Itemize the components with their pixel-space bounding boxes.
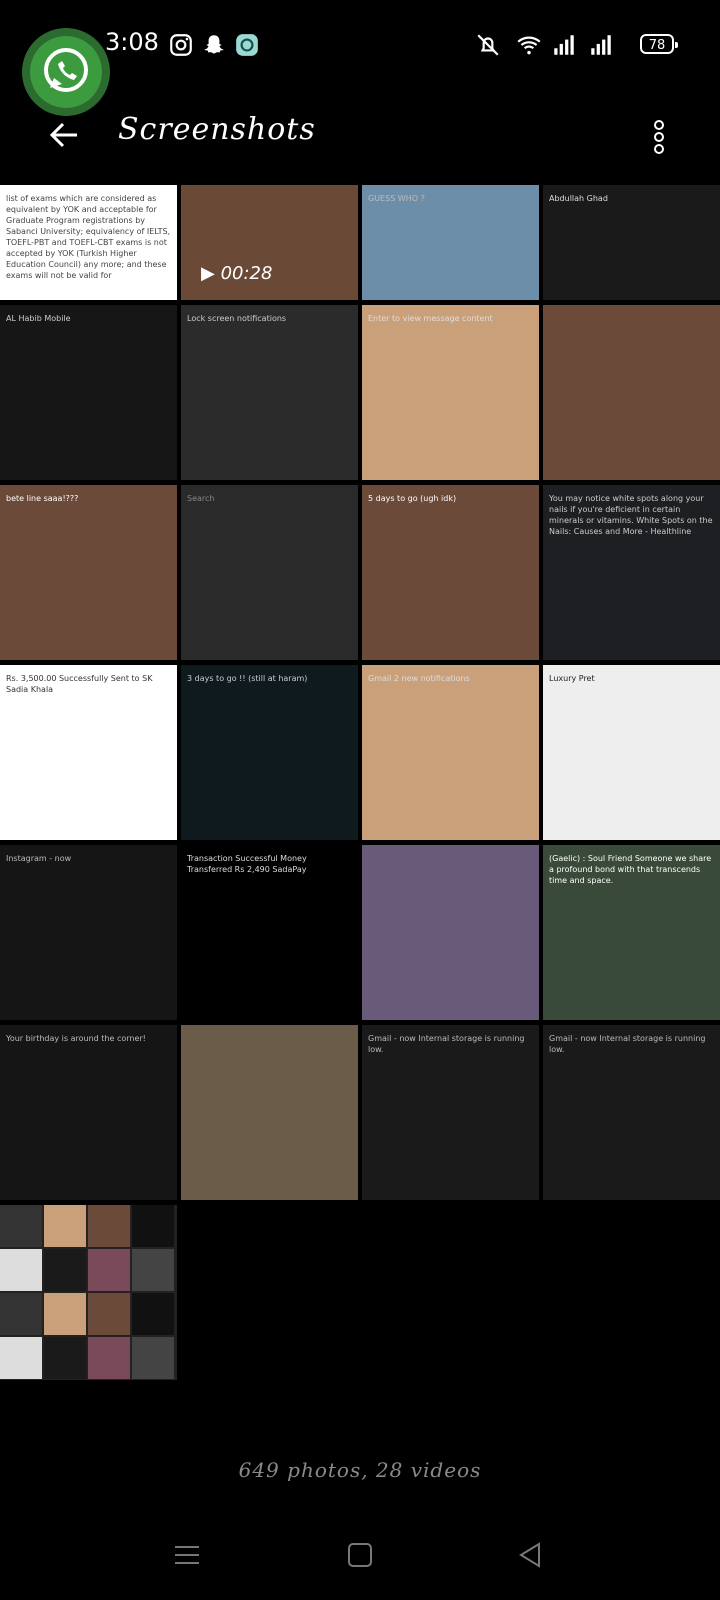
photo-thumbnail[interactable]: Rs. 3,500.00 Successfully Sent to SK Sad… bbox=[0, 665, 177, 840]
collage-cell bbox=[132, 1205, 174, 1247]
collage-cell bbox=[88, 1293, 130, 1335]
photo-thumbnail[interactable] bbox=[543, 305, 720, 480]
photo-thumbnail[interactable]: Your birthday is around the corner! bbox=[0, 1025, 177, 1200]
more-vert-icon[interactable] bbox=[650, 116, 666, 156]
photo-thumbnail[interactable]: 3 days to go !! (still at haram) bbox=[181, 665, 358, 840]
collage-cell bbox=[0, 1205, 42, 1247]
thumbnail-caption: You may notice white spots along your na… bbox=[549, 494, 713, 536]
thumbnail-caption: Enter to view message content bbox=[368, 314, 493, 323]
thumbnail-caption: 5 days to go (ugh idk) bbox=[368, 494, 457, 503]
photo-thumbnail[interactable]: (Gaelic) : Soul Friend Someone we share … bbox=[543, 845, 720, 1020]
collage-cell bbox=[0, 1337, 42, 1379]
photo-thumbnail[interactable]: GUESS WHO ? bbox=[362, 185, 539, 300]
collage-cell bbox=[88, 1337, 130, 1379]
photo-thumbnail[interactable]: Instagram - now bbox=[0, 845, 177, 1020]
mute-icon bbox=[477, 34, 499, 56]
thumbnail-caption: Gmail - now Internal storage is running … bbox=[368, 1034, 525, 1054]
photo-thumbnail[interactable]: bete line saaa!??? bbox=[0, 485, 177, 660]
photo-thumbnail[interactable]: 5 days to go (ugh idk) bbox=[362, 485, 539, 660]
photo-thumbnail[interactable]: Abdullah Ghad bbox=[543, 185, 720, 300]
collage-cell bbox=[0, 1249, 42, 1291]
thumbnail-caption: Lock screen notifications bbox=[187, 314, 287, 323]
thumbnail-caption: Transaction Successful Money Transferred… bbox=[187, 854, 307, 874]
home-square-icon[interactable] bbox=[345, 1540, 375, 1570]
thumbnail-caption: Search bbox=[187, 494, 215, 503]
collage-cell bbox=[44, 1205, 86, 1247]
back-arrow-icon[interactable] bbox=[45, 115, 85, 155]
thumbnail-caption: (Gaelic) : Soul Friend Someone we share … bbox=[549, 854, 712, 885]
collage-cell bbox=[44, 1293, 86, 1335]
collage-cell bbox=[88, 1249, 130, 1291]
signal-icon bbox=[554, 35, 574, 55]
photo-thumbnail[interactable]: Lock screen notifications bbox=[181, 305, 358, 480]
instagram-icon bbox=[170, 34, 192, 56]
photo-thumbnail[interactable] bbox=[181, 1025, 358, 1200]
thumbnail-caption: bete line saaa!??? bbox=[6, 494, 79, 503]
thumbnail-caption: GUESS WHO ? bbox=[368, 194, 425, 203]
photo-thumbnail[interactable]: Search bbox=[181, 485, 358, 660]
thumbnail-caption: 3 days to go !! (still at haram) bbox=[187, 674, 308, 683]
photo-thumbnail[interactable]: You may notice white spots along your na… bbox=[543, 485, 720, 660]
menu-icon[interactable] bbox=[172, 1540, 202, 1570]
photo-thumbnail[interactable]: Gmail 2 new notifications bbox=[362, 665, 539, 840]
back-triangle-icon[interactable] bbox=[515, 1540, 545, 1570]
thumbnail-caption: list of exams which are considered as eq… bbox=[6, 194, 171, 280]
status-time: 3:08 bbox=[105, 28, 159, 56]
collage-cell bbox=[132, 1249, 174, 1291]
photo-thumbnail[interactable]: Luxury Pret bbox=[543, 665, 720, 840]
collage-cell bbox=[132, 1293, 174, 1335]
collage-cell bbox=[88, 1205, 130, 1247]
page-title: Screenshots bbox=[118, 112, 316, 147]
battery-indicator: 78 bbox=[640, 34, 678, 54]
photo-thumbnail[interactable] bbox=[0, 1205, 177, 1380]
collage-cell bbox=[44, 1337, 86, 1379]
photo-thumbnail[interactable]: Gmail - now Internal storage is running … bbox=[543, 1025, 720, 1200]
photo-thumbnail[interactable] bbox=[362, 845, 539, 1020]
signal-icon-2 bbox=[591, 35, 611, 55]
thumbnail-caption: Luxury Pret bbox=[549, 674, 595, 683]
wifi-icon bbox=[517, 36, 541, 55]
photo-thumbnail[interactable]: AL Habib Mobile bbox=[0, 305, 177, 480]
thumbnail-caption: Rs. 3,500.00 Successfully Sent to SK Sad… bbox=[6, 674, 153, 694]
thumbnail-caption: Abdullah Ghad bbox=[549, 194, 608, 203]
thumbnail-caption: AL Habib Mobile bbox=[6, 314, 71, 323]
video-duration-badge: ▶ 00:28 bbox=[201, 263, 273, 284]
photo-thumbnail[interactable]: Enter to view message content bbox=[362, 305, 539, 480]
thumbnail-caption: Gmail 2 new notifications bbox=[368, 674, 470, 683]
navigation-bar bbox=[0, 1520, 720, 1600]
photo-thumbnail[interactable]: list of exams which are considered as eq… bbox=[0, 185, 177, 300]
thumbnail-caption: Your birthday is around the corner! bbox=[6, 1034, 146, 1043]
app-icon bbox=[236, 34, 258, 56]
collage-cell bbox=[0, 1293, 42, 1335]
app-header bbox=[0, 90, 720, 182]
thumbnail-caption: Instagram - now bbox=[6, 854, 72, 863]
collage-cell bbox=[132, 1337, 174, 1379]
snapchat-icon bbox=[204, 35, 224, 54]
photo-thumbnail[interactable]: Transaction Successful Money Transferred… bbox=[181, 845, 358, 1020]
collage-cell bbox=[44, 1249, 86, 1291]
media-count: 649 photos, 28 videos bbox=[238, 1458, 482, 1482]
photo-thumbnail[interactable]: Gmail - now Internal storage is running … bbox=[362, 1025, 539, 1200]
thumbnail-caption: Gmail - now Internal storage is running … bbox=[549, 1034, 706, 1054]
photo-thumbnail[interactable]: ▶ 00:28 bbox=[181, 185, 358, 300]
